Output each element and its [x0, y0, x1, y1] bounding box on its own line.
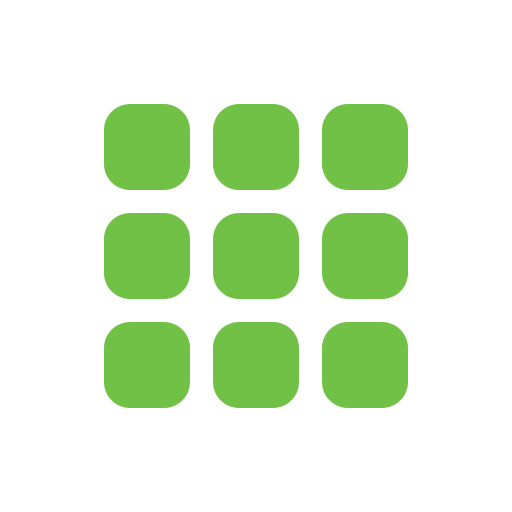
grid-tile: [213, 213, 299, 299]
grid-tile: [322, 213, 408, 299]
grid-tile: [322, 322, 408, 408]
grid-tile: [104, 322, 190, 408]
grid-tile: [213, 104, 299, 190]
grid-tile: [104, 104, 190, 190]
grid-tile: [213, 322, 299, 408]
app-grid-icon: [104, 104, 408, 408]
grid-tile: [104, 213, 190, 299]
app-icon-canvas: [0, 0, 512, 512]
grid-tile: [322, 104, 408, 190]
